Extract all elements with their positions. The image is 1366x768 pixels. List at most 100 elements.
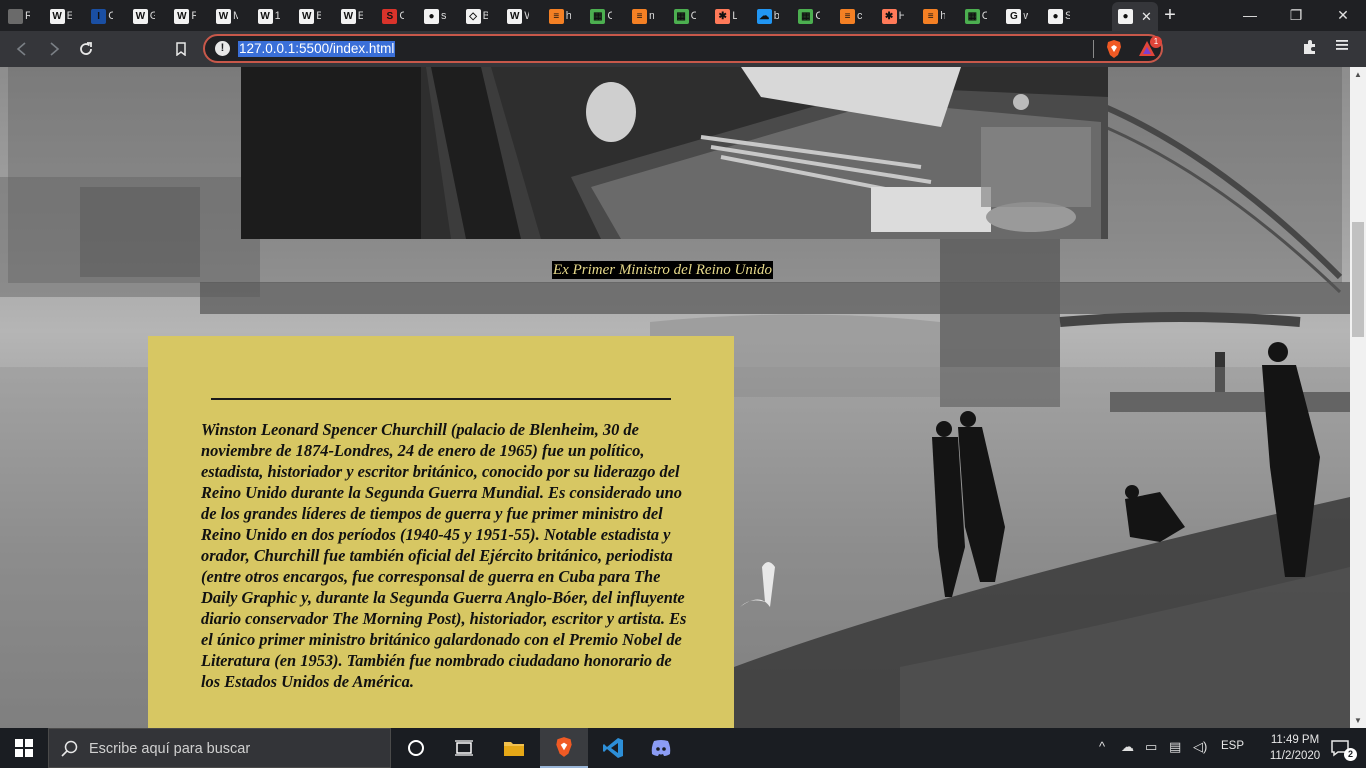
browser-tab[interactable]: ● ✕	[1112, 2, 1158, 31]
github-icon: ●	[1048, 8, 1063, 24]
discord-icon	[651, 740, 671, 756]
close-window-button[interactable]: ✕	[1320, 2, 1366, 28]
browser-tab[interactable]: ≡ht	[548, 3, 571, 29]
browser-tab[interactable]: Gw	[1006, 3, 1028, 29]
google-icon: G	[1006, 8, 1022, 24]
battery-icon[interactable]: ▭	[1145, 739, 1157, 755]
rewards-badge: 1	[1150, 36, 1162, 48]
start-button[interactable]	[0, 728, 48, 768]
scroll-thumb[interactable]	[1352, 222, 1364, 337]
bookmark-button[interactable]	[169, 37, 193, 61]
tab-title: cs	[857, 10, 862, 22]
browser-tab[interactable]: WBi	[299, 3, 321, 29]
grid-icon: ▦	[964, 8, 980, 24]
address-bar[interactable]: ! 127.0.0.1:5500/index.html 1	[203, 34, 1163, 63]
extensions-icon[interactable]	[1302, 39, 1318, 60]
browser-tab[interactable]: ≡ht	[923, 3, 945, 29]
churchill-photo	[241, 67, 1108, 239]
tab-title: bu	[773, 10, 779, 22]
search-icon	[61, 740, 78, 762]
discord-taskbar-button[interactable]	[637, 728, 685, 768]
browser-tab[interactable]: ▦Cl	[673, 3, 696, 29]
close-tab-icon[interactable]: ✕	[1141, 9, 1152, 25]
globe-icon	[8, 8, 23, 24]
browser-menu-icon[interactable]	[1335, 38, 1349, 57]
task-view-button[interactable]	[440, 728, 488, 768]
volume-icon[interactable]: ◁)	[1193, 739, 1207, 755]
reload-button[interactable]	[74, 37, 98, 61]
forward-button[interactable]	[42, 37, 66, 61]
tab-title: Cl	[108, 10, 114, 22]
notification-center-button[interactable]: 2	[1322, 728, 1362, 768]
browser-tab[interactable]: WM	[216, 3, 238, 29]
tab-title: ht	[940, 10, 946, 22]
minimize-button[interactable]: —	[1227, 2, 1273, 28]
page-viewport: Ex Primer Ministro del Reino Unido Winst…	[0, 67, 1350, 728]
browser-tab[interactable]: ▦Cl	[798, 3, 820, 29]
browser-tab[interactable]: W10	[257, 3, 280, 29]
tab-title: Cl	[607, 10, 613, 22]
tab-title: Bi	[482, 10, 488, 22]
chevron-up-icon[interactable]: ^	[1099, 739, 1105, 754]
brave-browser-icon	[556, 737, 572, 757]
browser-tab[interactable]: ◇Bi	[465, 3, 488, 29]
notification-count: 2	[1344, 748, 1357, 761]
browser-tab[interactable]: ≡ m	[632, 3, 654, 29]
browser-tab[interactable]: WEs	[340, 3, 363, 29]
new-tab-button[interactable]: +	[1160, 4, 1180, 27]
omnibox-divider	[1093, 40, 1094, 58]
browser-tab[interactable]: ●St	[1048, 3, 1070, 29]
taskbar-search-box[interactable]: Escribe aquí para buscar	[48, 728, 391, 768]
scroll-down-icon[interactable]: ▼	[1354, 716, 1362, 725]
vscode-taskbar-button[interactable]	[589, 728, 637, 768]
page-scrollbar[interactable]: ▲ ▼	[1350, 67, 1366, 728]
browser-tab[interactable]: ✱La	[715, 3, 737, 29]
browser-tab[interactable]: ▦Cl	[964, 3, 987, 29]
brave-shields-icon[interactable]	[1105, 39, 1123, 59]
scroll-up-icon[interactable]: ▲	[1354, 70, 1362, 79]
wikipedia-icon: W	[49, 8, 65, 24]
tab-title: st	[441, 10, 446, 22]
browser-tab[interactable]: WGr	[132, 3, 155, 29]
browser-tab[interactable]: WEl	[49, 3, 72, 29]
wikipedia-icon: W	[299, 8, 315, 24]
back-button[interactable]	[10, 37, 34, 61]
file-explorer-icon	[504, 742, 524, 756]
tab-title: ht	[565, 10, 571, 22]
file-explorer-button[interactable]	[490, 728, 538, 768]
grid-icon: ▦	[798, 8, 814, 24]
github-icon: ●	[424, 8, 439, 24]
url-text[interactable]: 127.0.0.1:5500/index.html	[238, 41, 396, 57]
browser-tab[interactable]: ICl	[91, 3, 113, 29]
restore-button[interactable]: ❐	[1273, 2, 1319, 28]
tab-title: St	[1065, 10, 1070, 22]
browser-tab[interactable]: SCl	[382, 3, 404, 29]
browser-tab[interactable]: WW	[507, 3, 529, 29]
wikipedia-icon: W	[216, 8, 231, 24]
task-view-icon	[455, 740, 473, 756]
browser-tab[interactable]: WRe	[174, 3, 196, 29]
browser-tab[interactable]: Re	[8, 3, 30, 29]
tab-title: Cl	[815, 10, 821, 22]
wikipedia-icon: W	[340, 8, 356, 24]
cortana-icon	[408, 740, 424, 756]
browser-tab[interactable]: ▦Cl	[590, 3, 612, 29]
browser-tab[interactable]: ≡cs	[840, 3, 862, 29]
browser-tab[interactable]: ✱ H	[881, 3, 904, 29]
brave-taskbar-button[interactable]	[540, 728, 588, 768]
site-info-icon[interactable]: !	[215, 41, 230, 56]
i-icon: I	[91, 8, 107, 24]
browser-tab[interactable]: ☁bu	[756, 3, 779, 29]
hubspot-icon: ✱	[881, 8, 897, 24]
network-icon[interactable]: ▤	[1169, 739, 1181, 755]
biography-card: Winston Leonard Spencer Churchill (palac…	[148, 336, 734, 728]
windows-taskbar: Escribe aquí para buscar ^ ☁ ▭ ▤ ◁) ESP …	[0, 728, 1366, 768]
stackoverflow-icon: ≡	[840, 8, 855, 24]
language-indicator[interactable]: ESP	[1221, 740, 1244, 752]
browser-toolbar: ! 127.0.0.1:5500/index.html 1	[0, 31, 1366, 67]
browser-tab[interactable]: ●st	[424, 3, 446, 29]
cloud-sync-icon[interactable]: ☁	[1121, 739, 1134, 755]
tab-title: Cl	[981, 10, 987, 22]
cortana-button[interactable]	[392, 728, 440, 768]
photo-caption: Ex Primer Ministro del Reino Unido	[552, 261, 773, 279]
